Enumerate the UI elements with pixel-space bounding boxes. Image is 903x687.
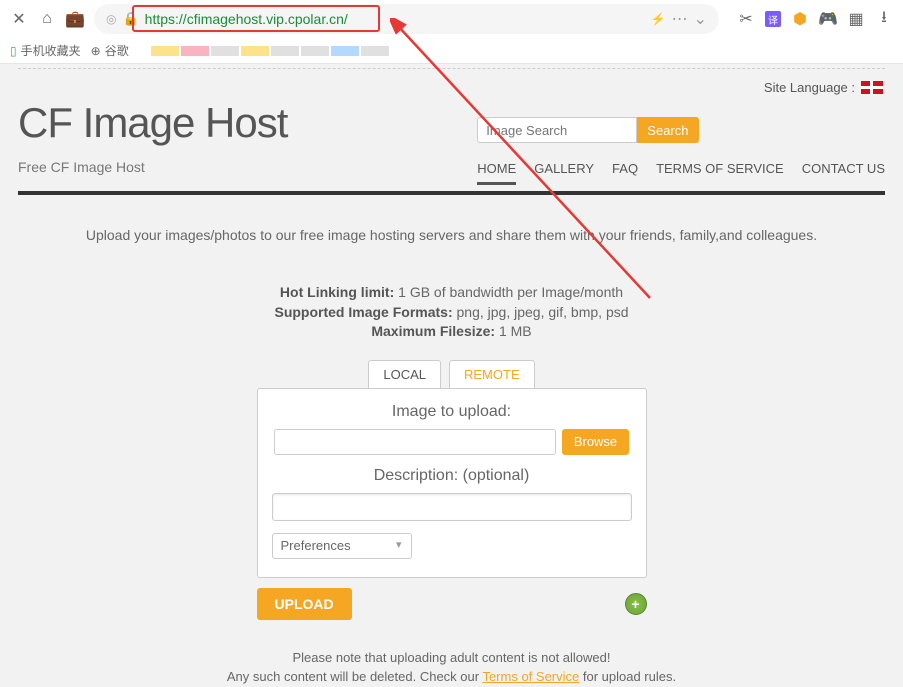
preferences-select[interactable]: Preferences [272, 533, 412, 559]
address-bar[interactable]: ◎ 🔒 https://cfimagehost.vip.cpolar.cn/ ⚡… [94, 4, 719, 34]
close-icon[interactable]: ✕ [10, 10, 28, 28]
search-button[interactable]: Search [637, 117, 698, 143]
translate-icon[interactable]: 译 [765, 11, 781, 27]
tab-local[interactable]: LOCAL [368, 360, 441, 388]
briefcase-icon[interactable]: 💼 [66, 10, 84, 28]
grid-icon[interactable]: ▦ [847, 10, 865, 28]
nav-gallery[interactable]: GALLERY [534, 161, 594, 185]
url-text: https://cfimagehost.vip.cpolar.cn/ [145, 11, 348, 27]
scissors-icon[interactable]: ✂ [737, 10, 755, 28]
file-input[interactable] [274, 429, 556, 455]
nav-faq[interactable]: FAQ [612, 161, 638, 185]
shield-ext-icon[interactable]: ⬢ [791, 10, 809, 28]
nav-contact[interactable]: CONTACT US [802, 161, 885, 185]
upload-button[interactable]: UPLOAD [257, 588, 352, 620]
add-button[interactable]: + [625, 593, 647, 615]
upload-panel: Image to upload: Browse Description: (op… [257, 388, 647, 578]
search-input[interactable] [477, 117, 637, 143]
description-input[interactable] [272, 493, 632, 521]
flag-england-icon [861, 81, 883, 94]
menu-dots-icon[interactable]: ⋯ [672, 9, 688, 29]
globe-icon: ⊕ [91, 44, 101, 58]
bookmark-mobile[interactable]: ▯ 手机收藏夹 [10, 42, 81, 59]
nav-tos[interactable]: TERMS OF SERVICE [656, 161, 784, 185]
color-swatches [151, 46, 389, 56]
gamepad-icon[interactable]: 🎮 [819, 10, 837, 28]
tab-remote[interactable]: REMOTE [449, 360, 535, 388]
tos-link[interactable]: Terms of Service [482, 669, 579, 684]
home-icon[interactable]: ⌂ [38, 10, 56, 28]
site-language[interactable]: Site Language : [764, 80, 883, 95]
site-subtitle: Free CF Image Host [18, 159, 287, 175]
divider [18, 191, 885, 195]
limits-info: Hot Linking limit: 1 GB of bandwidth per… [18, 283, 885, 342]
download-icon[interactable]: ⭳ [875, 10, 893, 28]
shield-icon: ◎ [106, 12, 116, 26]
bolt-icon[interactable]: ⚡ [651, 12, 666, 26]
toolbar-extensions: ✂ 译 ⬢ 🎮 ▦ ⭳ [729, 10, 893, 28]
lock-icon: 🔒 [122, 11, 138, 27]
upload-tabs: LOCAL REMOTE [18, 360, 885, 388]
site-title: CF Image Host [18, 99, 287, 147]
browse-button[interactable]: Browse [562, 429, 629, 455]
description-label: Description: (optional) [272, 467, 632, 485]
chevron-down-icon[interactable]: ⌄ [694, 9, 707, 29]
bookmark-icon: ▯ [10, 44, 17, 58]
upload-label: Image to upload: [272, 403, 632, 421]
bookmark-google[interactable]: ⊕ 谷歌 [91, 42, 129, 59]
browser-toolbar: ✕ ⌂ 💼 ◎ 🔒 https://cfimagehost.vip.cpolar… [0, 0, 903, 38]
nav-home[interactable]: HOME [477, 161, 516, 185]
intro-text: Upload your images/photos to our free im… [18, 227, 885, 243]
main-nav: HOME GALLERY FAQ TERMS OF SERVICE CONTAC… [477, 161, 885, 185]
bookmark-bar: ▯ 手机收藏夹 ⊕ 谷歌 [0, 38, 903, 64]
footer-note: Please note that uploading adult content… [18, 648, 885, 687]
